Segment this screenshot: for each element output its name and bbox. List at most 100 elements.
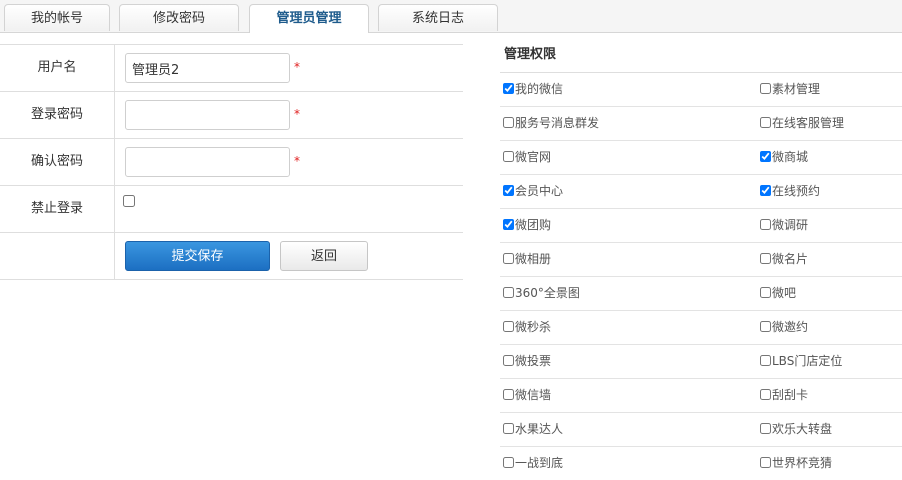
permission-item[interactable]: 水果达人 xyxy=(503,413,563,446)
required-mark: * xyxy=(294,154,300,168)
username-row: 用户名 * xyxy=(0,45,463,92)
permission-checkbox[interactable] xyxy=(760,321,771,332)
permission-item[interactable]: 欢乐大转盘 xyxy=(760,413,832,446)
permission-label: 一战到底 xyxy=(515,456,564,470)
permission-item[interactable]: 一战到底 xyxy=(503,447,563,480)
permission-label: 微相册 xyxy=(515,252,552,266)
required-mark: * xyxy=(294,60,300,74)
permission-checkbox[interactable] xyxy=(503,117,514,128)
permission-item[interactable]: 世界杯竞猜 xyxy=(760,447,832,480)
permission-label: 微商城 xyxy=(772,150,809,164)
tab-change-password[interactable]: 修改密码 xyxy=(119,4,239,31)
permission-checkbox[interactable] xyxy=(760,185,771,196)
permission-item[interactable]: 微相册 xyxy=(503,243,551,276)
permission-item[interactable]: 在线预约 xyxy=(760,175,820,208)
disable-login-row: 禁止登录 xyxy=(0,186,463,233)
permission-label: 微信墙 xyxy=(515,388,552,402)
permission-checkbox[interactable] xyxy=(760,253,771,264)
permission-label: 微吧 xyxy=(772,286,797,300)
permission-checkbox[interactable] xyxy=(760,117,771,128)
permission-item[interactable]: 会员中心 xyxy=(503,175,563,208)
permission-checkbox[interactable] xyxy=(503,355,514,366)
permission-label: 在线预约 xyxy=(772,184,821,198)
permission-checkbox[interactable] xyxy=(503,287,514,298)
permission-checkbox[interactable] xyxy=(503,423,514,434)
permission-row: 360°全景图 微吧 xyxy=(500,277,902,311)
permission-row: 服务号消息群发 在线客服管理 xyxy=(500,107,902,141)
tab-system-log[interactable]: 系统日志 xyxy=(378,4,498,31)
submit-save-button[interactable]: 提交保存 xyxy=(125,241,270,271)
permission-label: 我的微信 xyxy=(515,82,564,96)
permission-item[interactable]: 微吧 xyxy=(760,277,796,310)
permission-checkbox[interactable] xyxy=(503,151,514,162)
permission-row: 微投票 LBS门店定位 xyxy=(500,345,902,379)
tab-bar: 我的帐号 修改密码 管理员管理 系统日志 xyxy=(0,0,902,34)
permission-item[interactable]: 我的微信 xyxy=(503,73,563,106)
permission-item[interactable]: 微邀约 xyxy=(760,311,808,344)
permission-label: LBS门店定位 xyxy=(772,354,843,368)
permission-checkbox[interactable] xyxy=(503,321,514,332)
permission-label: 世界杯竞猜 xyxy=(772,456,833,470)
permission-checkbox[interactable] xyxy=(760,287,771,298)
permission-checkbox[interactable] xyxy=(760,151,771,162)
permission-item[interactable]: 素材管理 xyxy=(760,73,820,106)
permission-row: 微秒杀 微邀约 xyxy=(500,311,902,345)
permission-item[interactable]: 服务号消息群发 xyxy=(503,107,599,140)
permission-checkbox[interactable] xyxy=(503,253,514,264)
tab-my-account[interactable]: 我的帐号 xyxy=(4,4,110,31)
permission-item[interactable]: 微投票 xyxy=(503,345,551,378)
disable-login-checkbox[interactable] xyxy=(123,195,135,207)
permission-checkbox[interactable] xyxy=(760,83,771,94)
button-row-label-cell xyxy=(0,233,115,279)
permission-label: 微名片 xyxy=(772,252,809,266)
permission-row: 我的微信 素材管理 xyxy=(500,73,902,107)
back-button[interactable]: 返回 xyxy=(280,241,368,271)
permission-item[interactable]: 微调研 xyxy=(760,209,808,242)
permission-row: 微相册 微名片 xyxy=(500,243,902,277)
permission-checkbox[interactable] xyxy=(760,355,771,366)
permission-label: 会员中心 xyxy=(515,184,564,198)
permission-checkbox[interactable] xyxy=(503,185,514,196)
disable-login-label: 禁止登录 xyxy=(0,186,115,232)
permission-item[interactable]: 刮刮卡 xyxy=(760,379,808,412)
permission-item[interactable]: LBS门店定位 xyxy=(760,345,842,378)
permission-item[interactable]: 微名片 xyxy=(760,243,808,276)
username-input[interactable] xyxy=(125,53,290,83)
permission-label: 微团购 xyxy=(515,218,552,232)
permission-item[interactable]: 微商城 xyxy=(760,141,808,174)
permission-label: 服务号消息群发 xyxy=(515,116,600,130)
permission-checkbox[interactable] xyxy=(503,219,514,230)
permission-label: 微投票 xyxy=(515,354,552,368)
tab-admin-management[interactable]: 管理员管理 xyxy=(249,4,369,34)
permission-row: 微官网 微商城 xyxy=(500,141,902,175)
permission-checkbox[interactable] xyxy=(760,457,771,468)
password-label: 登录密码 xyxy=(0,92,115,138)
permission-label: 微调研 xyxy=(772,218,809,232)
permission-label: 欢乐大转盘 xyxy=(772,422,833,436)
permission-item[interactable]: 360°全景图 xyxy=(503,277,580,310)
permission-label: 微官网 xyxy=(515,150,552,164)
permission-checkbox[interactable] xyxy=(760,219,771,230)
permission-checkbox[interactable] xyxy=(503,457,514,468)
permission-checkbox[interactable] xyxy=(760,423,771,434)
permissions-list: 我的微信 素材管理服务号消息群发 在线客服管理微官网 微商城会员中心 在线预约微团购 微调… xyxy=(500,73,902,480)
password-input[interactable] xyxy=(125,100,290,130)
permission-checkbox[interactable] xyxy=(760,389,771,400)
permission-label: 360°全景图 xyxy=(515,286,580,300)
required-mark: * xyxy=(294,107,300,121)
confirm-password-input[interactable] xyxy=(125,147,290,177)
permission-checkbox[interactable] xyxy=(503,389,514,400)
permission-row: 一战到底 世界杯竞猜 xyxy=(500,447,902,480)
permission-label: 刮刮卡 xyxy=(772,388,809,402)
permissions-panel: 管理权限 我的微信 素材管理 服务号消息群发 在线客服管理 微官网 微商城 会员中心 在线预约… xyxy=(500,40,902,480)
button-row: 提交保存 返回 xyxy=(0,233,463,280)
permission-label: 在线客服管理 xyxy=(772,116,845,130)
permission-item[interactable]: 微秒杀 xyxy=(503,311,551,344)
permission-item[interactable]: 在线客服管理 xyxy=(760,107,844,140)
username-label: 用户名 xyxy=(0,45,115,91)
permission-checkbox[interactable] xyxy=(503,83,514,94)
permission-item[interactable]: 微信墙 xyxy=(503,379,551,412)
permission-label: 微邀约 xyxy=(772,320,809,334)
permission-item[interactable]: 微团购 xyxy=(503,209,551,242)
permission-item[interactable]: 微官网 xyxy=(503,141,551,174)
